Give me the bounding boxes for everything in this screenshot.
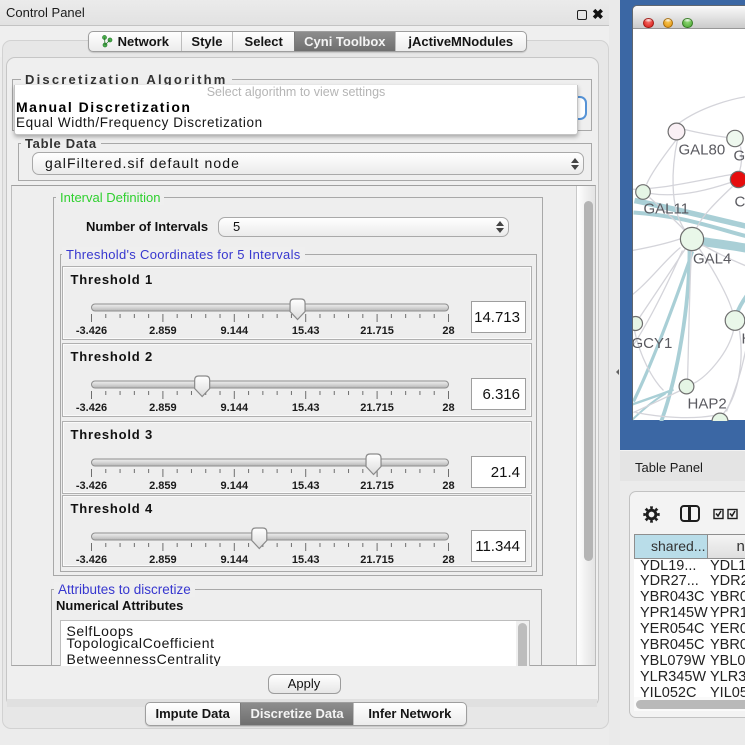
svg-text:9.144: 9.144 bbox=[220, 480, 248, 492]
svg-text:9.144: 9.144 bbox=[220, 402, 248, 414]
svg-text:-3.426: -3.426 bbox=[75, 554, 106, 566]
svg-text:H: H bbox=[741, 330, 745, 347]
svg-text:GA: GA bbox=[733, 147, 745, 164]
svg-text:-3.426: -3.426 bbox=[75, 402, 106, 414]
svg-text:9.144: 9.144 bbox=[220, 325, 248, 337]
svg-text:28: 28 bbox=[442, 554, 454, 566]
svg-text:28: 28 bbox=[442, 325, 454, 337]
svg-text:21.715: 21.715 bbox=[360, 402, 394, 414]
svg-text:2.859: 2.859 bbox=[149, 402, 177, 414]
svg-text:15.43: 15.43 bbox=[291, 554, 319, 566]
svg-text:15.43: 15.43 bbox=[291, 480, 319, 492]
svg-text:2.859: 2.859 bbox=[149, 480, 177, 492]
svg-text:HAP2: HAP2 bbox=[687, 395, 726, 412]
svg-text:21.715: 21.715 bbox=[360, 554, 394, 566]
svg-text:9.144: 9.144 bbox=[220, 554, 248, 566]
svg-text:-3.426: -3.426 bbox=[75, 325, 106, 337]
svg-text:GAL4: GAL4 bbox=[693, 250, 731, 267]
svg-text:2.859: 2.859 bbox=[149, 325, 177, 337]
svg-text:15.43: 15.43 bbox=[291, 402, 319, 414]
svg-text:-3.426: -3.426 bbox=[75, 480, 106, 492]
svg-text:GCY1: GCY1 bbox=[633, 335, 672, 352]
svg-text:GAL11: GAL11 bbox=[643, 200, 689, 217]
svg-text:21.715: 21.715 bbox=[360, 325, 394, 337]
svg-text:C: C bbox=[734, 193, 745, 210]
svg-text:21.715: 21.715 bbox=[360, 480, 394, 492]
svg-text:28: 28 bbox=[442, 480, 454, 492]
svg-text:28: 28 bbox=[442, 402, 454, 414]
svg-text:2.859: 2.859 bbox=[149, 554, 177, 566]
svg-text:15.43: 15.43 bbox=[291, 325, 319, 337]
svg-text:GAL80: GAL80 bbox=[678, 141, 725, 158]
